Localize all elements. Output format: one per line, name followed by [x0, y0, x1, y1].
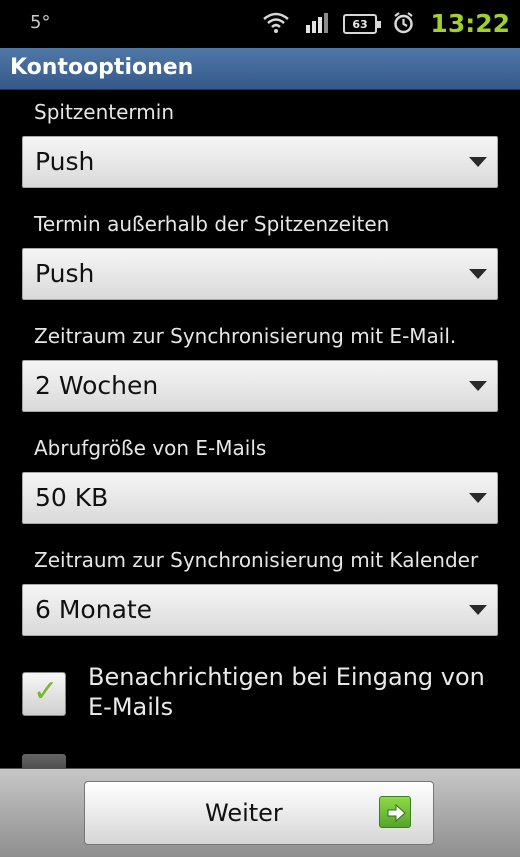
screen: 5° 63 13:22 Kontooptionen Spitzentermin … — [0, 0, 520, 857]
title-bar: Kontooptionen — [0, 48, 520, 90]
status-icons: 63 — [261, 10, 416, 38]
calendar-sync-period-value: 6 Monate — [35, 595, 153, 624]
peak-schedule-dropdown[interactable]: Push — [22, 136, 498, 188]
next-button-label: Weiter — [205, 799, 283, 827]
label-peak-schedule: Spitzentermin — [34, 100, 174, 124]
calendar-sync-period-dropdown[interactable]: 6 Monate — [22, 584, 498, 636]
wifi-icon — [261, 10, 291, 38]
clock-time: 13:22 — [430, 9, 510, 38]
bottom-bar: Weiter — [0, 768, 520, 857]
partially-visible-checkbox[interactable] — [22, 754, 66, 768]
arrow-right-icon — [379, 796, 411, 828]
status-bar: 5° 63 13:22 — [0, 0, 520, 48]
temperature: 5° — [30, 12, 51, 33]
dropdown-arrow-icon — [469, 381, 487, 391]
off-peak-schedule-dropdown[interactable]: Push — [22, 248, 498, 300]
peak-schedule-value: Push — [35, 147, 95, 176]
label-email-retrieval-size: Abrufgröße von E-Mails — [34, 436, 267, 460]
battery-icon: 63 — [343, 14, 381, 34]
dropdown-arrow-icon — [469, 269, 487, 279]
next-button[interactable]: Weiter — [84, 781, 434, 845]
label-calendar-sync-period: Zeitraum zur Synchronisierung mit Kalend… — [34, 548, 479, 572]
signal-icon — [305, 10, 329, 38]
email-retrieval-size-dropdown[interactable]: 50 KB — [22, 472, 498, 524]
email-sync-period-dropdown[interactable]: 2 Wochen — [22, 360, 498, 412]
off-peak-schedule-value: Push — [35, 259, 95, 288]
label-email-sync-period: Zeitraum zur Synchronisierung mit E-Mail… — [34, 324, 457, 348]
label-off-peak-schedule: Termin außerhalb der Spitzenzeiten — [34, 212, 390, 236]
checkmark-icon: ✓ — [33, 674, 59, 709]
email-retrieval-size-value: 50 KB — [35, 483, 109, 512]
dropdown-arrow-icon — [469, 157, 487, 167]
alarm-clock-icon — [391, 10, 416, 39]
email-notification-label: Benachrichtigen bei Eingang von E-Mails — [88, 663, 485, 721]
battery-level: 63 — [352, 17, 368, 31]
settings-content[interactable]: Spitzentermin Push Termin außerhalb der … — [0, 90, 520, 768]
page-title: Kontooptionen — [10, 55, 194, 80]
dropdown-arrow-icon — [469, 605, 487, 615]
dropdown-arrow-icon — [469, 493, 487, 503]
email-notification-checkbox[interactable]: ✓ — [22, 672, 66, 716]
email-sync-period-value: 2 Wochen — [35, 371, 159, 400]
